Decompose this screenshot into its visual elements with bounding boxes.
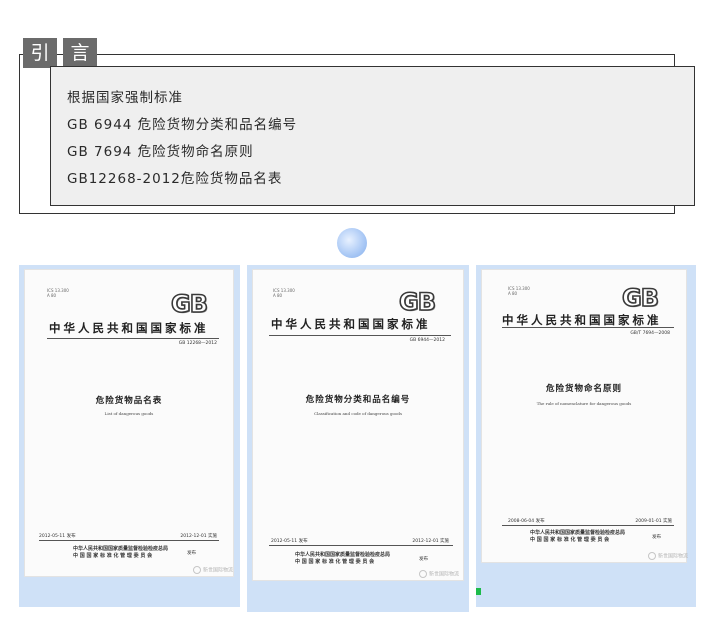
- issuer-line: 中 国 国 家 标 准 化 管 理 委 员 会: [295, 559, 375, 565]
- document-title: 危险货物分类和品名编号: [305, 395, 411, 405]
- standard-code: GB 6944—2012: [409, 338, 445, 343]
- gb-logo: GB: [170, 289, 209, 319]
- cover-page: ICS 13.300 A 80 GB 中华人民共和国国家标准 GB 12268—2…: [24, 269, 234, 577]
- cover-ics: ICS 13.300 A 80: [47, 288, 69, 298]
- intro-line: GB 6944 危险货物分类和品名编号: [67, 117, 298, 133]
- effective-date: 2012-12-01 实施: [412, 539, 449, 544]
- intro-title-char: 言: [63, 38, 97, 68]
- issuer: 中华人民共和国国家质量监督检验检疫总局 中 国 国 家 标 准 化 管 理 委 …: [73, 546, 168, 560]
- issuer: 中华人民共和国国家质量监督检验检疫总局 中 国 国 家 标 准 化 管 理 委 …: [530, 530, 625, 544]
- standard-name: 中华人民共和国国家标准: [271, 317, 431, 331]
- cover-rule-bottom: [502, 525, 674, 526]
- cover-page: ICS 13.300 A 80 GB 中华人民共和国国家标准 GB/T 7694—…: [481, 269, 688, 563]
- standard-code: GB/T 7694—2008: [630, 331, 670, 336]
- effective-date: 2012-12-01 实施: [180, 534, 217, 539]
- issuer-line: 中 国 国 家 标 准 化 管 理 委 员 会: [73, 553, 153, 559]
- document-title: 危险货物命名原则: [545, 384, 622, 394]
- intro-line: GB12268-2012危险货物品名表: [67, 171, 283, 187]
- document-title: 危险货物品名表: [95, 396, 163, 406]
- watermark: 新世国际物流: [193, 566, 233, 574]
- issue-date: 2012-05-11 发布: [271, 539, 308, 544]
- cover-page: ICS 13.300 A 80 GB 中华人民共和国国家标准 GB 6944—20…: [252, 269, 464, 581]
- cover-rule-bottom: [39, 540, 219, 541]
- cover-card-3: ICS 13.300 A 80 GB 中华人民共和国国家标准 GB/T 7694—…: [476, 265, 696, 607]
- issuer: 中华人民共和国国家质量监督检验检疫总局 中 国 国 家 标 准 化 管 理 委 …: [295, 552, 390, 566]
- effective-date: 2009-01-01 实施: [635, 519, 672, 524]
- intro-line: 根据国家强制标准: [67, 90, 183, 106]
- cover-ics: ICS 13.300 A 80: [273, 288, 295, 298]
- issuer-line: 中华人民共和国国家质量监督检验检疫总局: [73, 546, 169, 552]
- gb-logo: GB: [398, 287, 437, 317]
- document-subtitle: The rule of nomenclature for dangerous g…: [536, 401, 632, 406]
- issue-date: 2012-05-11 发布: [39, 534, 76, 539]
- standard-code: GB 12268—2012: [178, 341, 217, 346]
- cover-card-1: ICS 13.300 A 80 GB 中华人民共和国国家标准 GB 12268—2…: [19, 265, 240, 607]
- cover-rule: [47, 338, 219, 339]
- intro-lines: 根据国家强制标准 GB 6944 危险货物分类和品名编号 GB 7694 危险货…: [67, 85, 297, 193]
- intro-panel: 根据国家强制标准 GB 6944 危险货物分类和品名编号 GB 7694 危险货…: [50, 66, 695, 206]
- document-subtitle: List of dangerous goods: [104, 411, 154, 416]
- cover-rule-bottom: [269, 545, 453, 546]
- intro-line: GB 7694 危险货物命名原则: [67, 144, 254, 160]
- issuer-line: 中华人民共和国国家质量监督检验检疫总局: [295, 552, 391, 558]
- publish-label: 发布: [419, 557, 428, 562]
- document-subtitle: Classification and code of dangerous goo…: [313, 411, 402, 416]
- cover-rule: [502, 327, 674, 328]
- green-mark: [476, 588, 481, 595]
- standard-name: 中华人民共和国国家标准: [49, 321, 209, 335]
- issue-date: 2008-06-04 发布: [508, 519, 545, 524]
- standard-name: 中华人民共和国国家标准: [502, 313, 662, 327]
- bubble-decoration: [337, 228, 367, 258]
- watermark: 新世国际物流: [648, 552, 688, 560]
- issuer-line: 中华人民共和国国家质量监督检验检疫总局: [530, 530, 626, 536]
- publish-label: 发布: [187, 551, 196, 556]
- gb-logo: GB: [621, 283, 660, 313]
- watermark: 新世国际物流: [419, 570, 459, 578]
- intro-title: 引 言: [23, 38, 103, 68]
- cover-card-2: ICS 13.300 A 80 GB 中华人民共和国国家标准 GB 6944—20…: [247, 265, 469, 612]
- intro-title-char: 引: [23, 38, 57, 68]
- publish-label: 发布: [652, 535, 661, 540]
- issuer-line: 中 国 国 家 标 准 化 管 理 委 员 会: [530, 537, 610, 543]
- cover-ics: ICS 13.300 A 80: [508, 286, 530, 296]
- cover-rule: [269, 335, 451, 336]
